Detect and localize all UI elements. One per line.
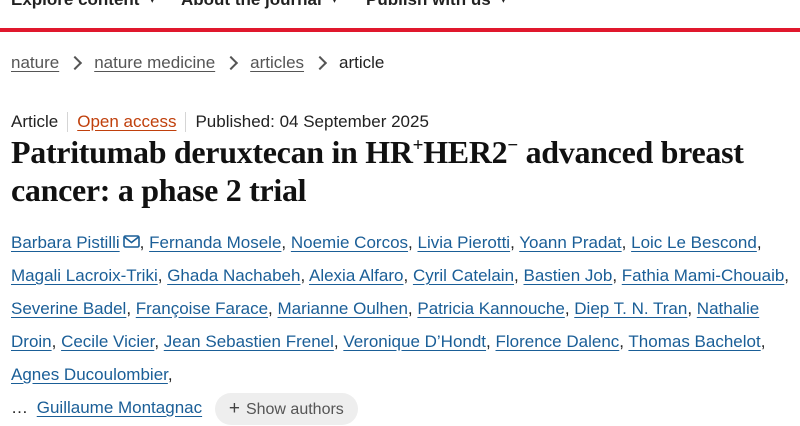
author-link[interactable]: Thomas Bachelot [628, 332, 760, 351]
author-link[interactable]: Livia Pierotti [417, 233, 510, 252]
author-link[interactable]: Guillaume Montagnac [37, 398, 202, 417]
author-link[interactable]: Patricia Kannouche [417, 299, 564, 318]
author-link[interactable]: Agnes Ducoulombier [11, 365, 168, 384]
author-link[interactable]: Jean Sebastien Frenel [164, 332, 334, 351]
top-navigation: Explore content ▾ About the journal ▾ Publ… [0, 0, 800, 28]
article-title: Patritumab deruxtecan in HR+HER2− advanc… [11, 133, 796, 209]
breadcrumb-current: article [339, 53, 385, 72]
title-superscript: − [507, 135, 518, 156]
author-link[interactable]: Ghada Nachabeh [167, 266, 300, 285]
title-superscript: + [412, 135, 424, 156]
author-link[interactable]: Barbara Pistilli [11, 233, 120, 252]
breadcrumb: nature nature medicine articles article [11, 53, 384, 73]
chevron-down-icon: ▾ [500, 0, 507, 6]
breadcrumb-articles[interactable]: articles [250, 53, 304, 73]
accent-divider [0, 28, 800, 32]
article-meta: Article Open access Published: 04 Septem… [11, 112, 429, 132]
author-ellipsis: … [11, 398, 28, 417]
nav-about-journal[interactable]: About the journal ▾ [181, 0, 337, 10]
title-part: HER2 [423, 134, 508, 170]
chevron-down-icon: ▾ [149, 0, 155, 6]
nav-label: Publish with us [366, 0, 491, 9]
author-link[interactable]: Fernanda Mosele [149, 233, 281, 252]
author-link[interactable]: Bastien Job [523, 266, 612, 285]
breadcrumb-nature-medicine[interactable]: nature medicine [94, 53, 215, 73]
author-link[interactable]: Florence Dalenc [496, 332, 620, 351]
nav-label: About the journal [181, 0, 322, 9]
author-link[interactable]: Magali Lacroix-Triki [11, 266, 158, 285]
author-link[interactable]: Severine Badel [11, 299, 126, 318]
author-link[interactable]: Loic Le Bescond [631, 233, 757, 252]
open-access-link[interactable]: Open access [77, 112, 176, 132]
author-link[interactable]: Françoise Farace [136, 299, 268, 318]
published-date: Published: 04 September 2025 [195, 112, 429, 131]
author-link[interactable]: Cyril Catelain [413, 266, 514, 285]
author-link[interactable]: Veronique D’Hondt [343, 332, 486, 351]
author-link[interactable]: Cecile Vicier [61, 332, 154, 351]
article-type: Article [11, 112, 59, 131]
author-list-items: Barbara Pistilli, Fernanda Mosele, Noemi… [11, 233, 790, 384]
author-link[interactable]: Yoann Pradat [519, 233, 621, 252]
chevron-right-icon [224, 55, 239, 71]
chevron-down-icon: ▾ [331, 0, 338, 6]
nav-explore-content[interactable]: Explore content ▾ [11, 0, 155, 10]
author-list: Barbara Pistilli, Fernanda Mosele, Noemi… [11, 226, 796, 425]
nav-label: Explore content [11, 0, 139, 9]
plus-icon: + [228, 397, 240, 419]
author-link[interactable]: Alexia Alfaro [309, 266, 404, 285]
nav-publish-with-us[interactable]: Publish with us ▾ [366, 0, 506, 10]
author-link[interactable]: Marianne Oulhen [278, 299, 408, 318]
mail-icon[interactable] [122, 235, 140, 248]
author-link[interactable]: Fathia Mami-Chouaib [622, 266, 785, 285]
author-link[interactable]: Diep T. N. Tran [574, 299, 687, 318]
show-authors-button[interactable]: + Show authors [214, 392, 358, 425]
breadcrumb-nature[interactable]: nature [11, 53, 59, 73]
meta-divider [185, 112, 187, 132]
show-authors-label: Show authors [245, 400, 344, 418]
chevron-right-icon [312, 55, 328, 71]
meta-divider [67, 112, 69, 132]
title-part: Patritumab deruxtecan in HR [11, 134, 413, 170]
author-link[interactable]: Noemie Corcos [291, 233, 408, 252]
chevron-right-icon [68, 55, 83, 71]
